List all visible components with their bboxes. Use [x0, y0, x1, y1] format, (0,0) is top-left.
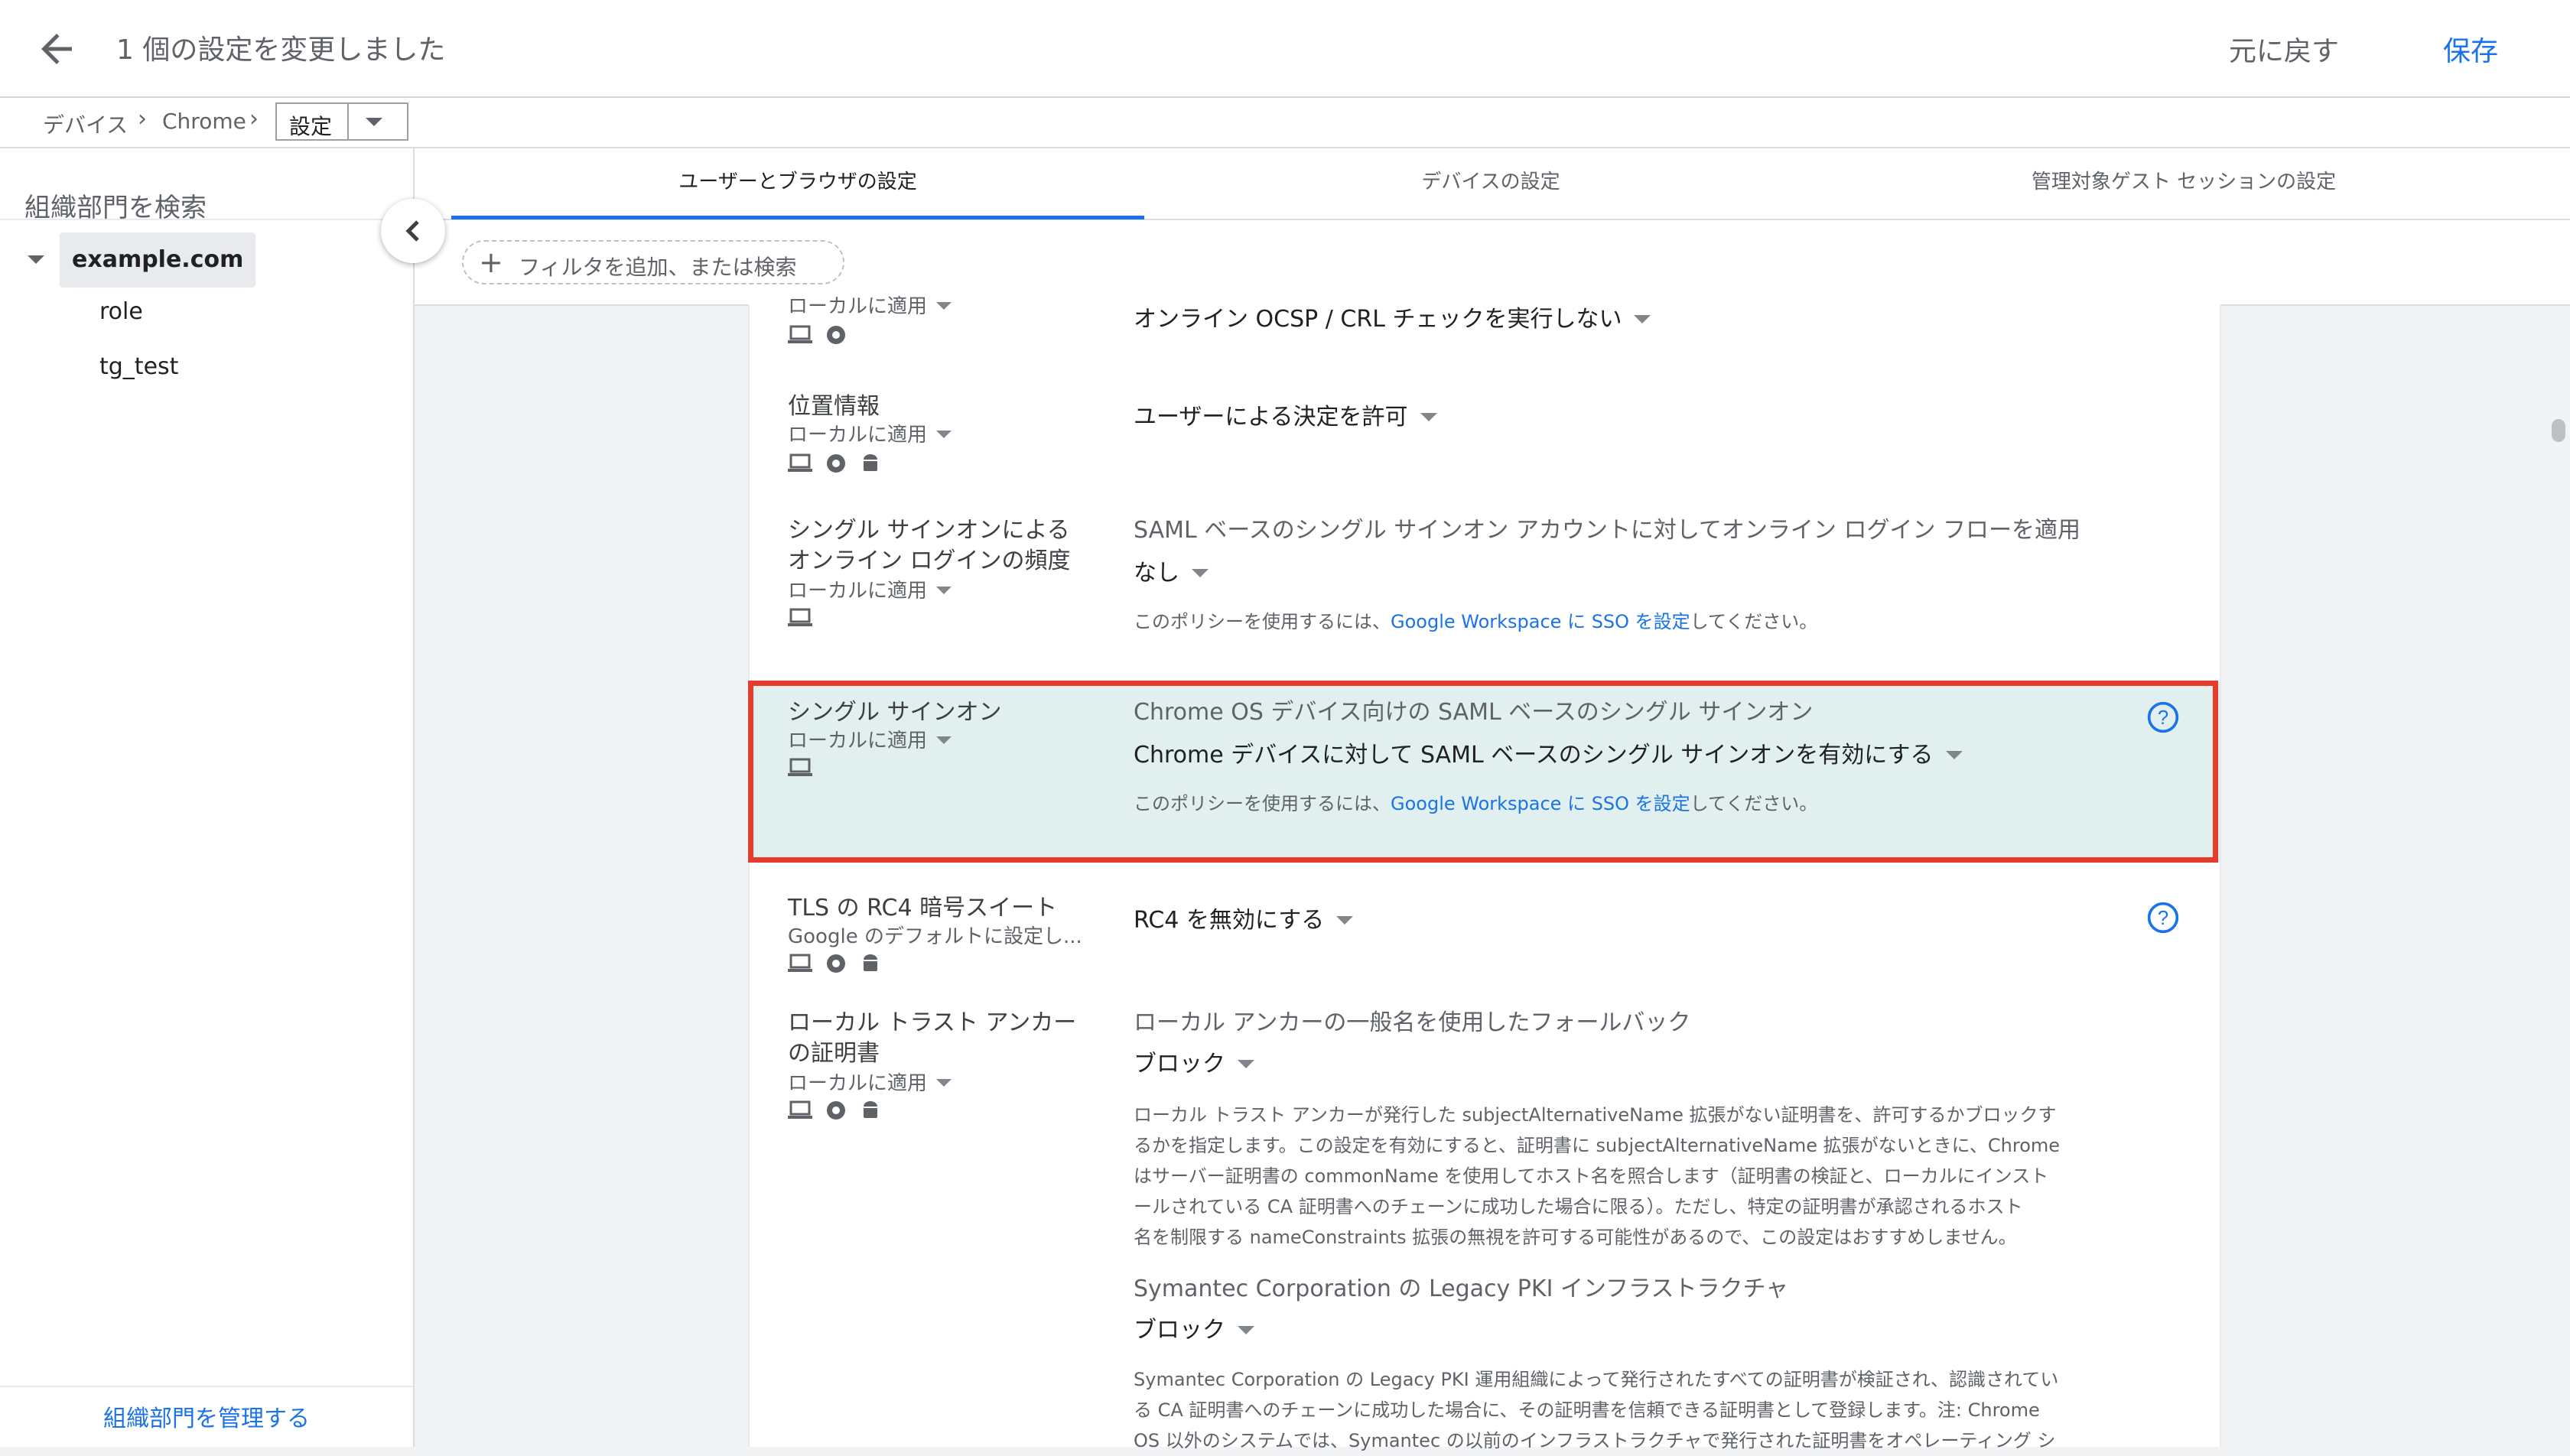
sidebar: 組織部門を検索 example.com role tg_test 組織部門を管理… — [0, 148, 415, 1447]
chrome-icon — [827, 954, 846, 973]
applied-scope-dropdown[interactable]: ローカルに適用 — [788, 578, 952, 604]
chrome-icon — [827, 1101, 846, 1120]
platform-icons — [788, 607, 821, 630]
setting-description: Symantec Corporation の Legacy PKI 運用組織によ… — [1134, 1369, 2059, 1451]
setting-row-location: 位置情報 ローカルに適用 ユーザーによる決定を許可 — [750, 385, 2220, 473]
laptop-icon — [788, 325, 812, 343]
platform-icons — [788, 953, 890, 976]
chevron-right-icon: › — [249, 106, 259, 132]
android-icon — [864, 1101, 878, 1118]
laptop-icon — [788, 954, 812, 972]
breadcrumb: デバイス › Chrome › 設定 — [0, 98, 2570, 148]
setting-note: このポリシーを使用するには、Google Workspace に SSO を設定… — [1134, 611, 1818, 632]
collapse-sidebar-button[interactable] — [381, 199, 445, 263]
tab-device[interactable]: デバイスの設定 — [1144, 148, 1837, 219]
org-unit-root[interactable]: example.com — [60, 232, 256, 288]
laptop-icon — [788, 608, 812, 626]
filter-bar: + フィルタを追加、または検索 — [415, 220, 2570, 306]
scrollbar-thumb[interactable] — [2552, 419, 2565, 442]
breadcrumb-select[interactable]: 設定 — [275, 102, 408, 141]
manage-org-units-link[interactable]: 組織部門を管理する — [0, 1399, 413, 1433]
setting-value-dropdown[interactable]: なし — [1134, 558, 1209, 589]
setting-description: ローカル トラスト アンカーが発行した subjectAlternativeNa… — [1134, 1104, 2061, 1248]
platform-icons — [788, 324, 856, 347]
help-icon[interactable]: ? — [2146, 901, 2180, 934]
laptop-icon — [788, 1100, 812, 1119]
revert-button[interactable]: 元に戻す — [2218, 24, 2350, 73]
android-icon — [864, 454, 878, 471]
save-button[interactable]: 保存 — [2432, 24, 2509, 73]
settings-tabs: ユーザーとブラウザの設定 デバイスの設定 管理対象ゲスト セッションの設定 — [415, 148, 2570, 220]
tree-expand-icon[interactable] — [28, 255, 44, 264]
setting-value-dropdown[interactable]: ブロック — [1134, 1315, 1254, 1346]
org-unit-role[interactable]: role — [99, 298, 143, 325]
setting-value-label: SAML ベースのシングル サインオン アカウントに対してオンライン ログイン … — [1134, 517, 2080, 544]
platform-icons — [788, 453, 890, 476]
highlight-annotation-box — [748, 681, 2218, 863]
setting-value-dropdown[interactable]: オンライン OCSP / CRL チェックを実行しない — [1134, 304, 1651, 335]
settings-panel: ローカルに適用 オンライン OCSP / CRL チェックを実行しない 位置情報… — [748, 295, 2221, 1451]
plus-icon: + — [479, 245, 503, 279]
breadcrumb-item-devices[interactable]: デバイス — [43, 109, 128, 139]
chrome-icon — [827, 326, 846, 344]
dropdown-arrow-icon[interactable] — [366, 118, 382, 126]
applied-scope-dropdown[interactable]: ローカルに適用 — [788, 422, 952, 448]
applied-scope-dropdown[interactable]: Google のデフォルトに設定し... — [788, 924, 1082, 950]
filter-search-input[interactable]: + フィルタを追加、または検索 — [462, 240, 844, 284]
chrome-icon — [827, 454, 846, 473]
setting-value-dropdown[interactable]: RC4 を無効にする — [1134, 905, 1354, 936]
breadcrumb-current: 設定 — [289, 114, 333, 139]
setting-name: シングル サインオンによる オンライン ログインの頻度 — [788, 517, 1071, 574]
tab-managed-guest[interactable]: 管理対象ゲスト セッションの設定 — [1837, 148, 2530, 219]
applied-scope-dropdown[interactable]: ローカルに適用 — [788, 294, 952, 320]
android-icon — [864, 954, 878, 971]
chevron-right-icon: › — [138, 106, 147, 132]
setting-name: 位置情報 — [788, 393, 880, 420]
setting-row-rc4: TLS の RC4 暗号スイート Google のデフォルトに設定し... RC… — [750, 886, 2220, 977]
chevron-left-icon — [405, 220, 419, 242]
org-unit-tg-test[interactable]: tg_test — [99, 353, 178, 380]
laptop-icon — [788, 453, 812, 472]
platform-icons — [788, 1100, 890, 1123]
tab-user-browser[interactable]: ユーザーとブラウザの設定 — [451, 148, 1144, 219]
setting-value-dropdown[interactable]: ブロック — [1134, 1049, 1254, 1080]
setting-name: TLS の RC4 暗号スイート — [788, 895, 1058, 921]
setting-value-label: Symantec Corporation の Legacy PKI インフラスト… — [1134, 1276, 1789, 1302]
setting-row: ローカルに適用 オンライン OCSP / CRL チェックを実行しない — [750, 295, 2220, 366]
setting-value-dropdown[interactable]: ユーザーによる決定を許可 — [1134, 402, 1437, 433]
active-tab-indicator — [451, 216, 1144, 219]
breadcrumb-item-chrome[interactable]: Chrome — [162, 109, 246, 134]
setting-value-label: ローカル アンカーの一般名を使用したフォールバック — [1134, 1009, 1691, 1036]
setting-row-sso-frequency: シングル サインオンによる オンライン ログインの頻度 ローカルに適用 SAML … — [750, 515, 2220, 653]
sso-setup-link[interactable]: Google Workspace に SSO を設定 — [1391, 611, 1690, 632]
top-bar: 1 個の設定を変更しました 元に戻す 保存 — [0, 0, 2570, 98]
applied-scope-dropdown[interactable]: ローカルに適用 — [788, 1071, 952, 1097]
svg-text:?: ? — [2158, 908, 2168, 929]
setting-row-local-trust-anchor: ローカル トラスト アンカー の証明書 ローカルに適用 ローカル アンカーの一般名… — [750, 1008, 2220, 1451]
page-title: 1 個の設定を変更しました — [116, 34, 446, 66]
back-arrow-icon[interactable] — [34, 26, 80, 72]
setting-name: ローカル トラスト アンカー の証明書 — [788, 1009, 1077, 1067]
